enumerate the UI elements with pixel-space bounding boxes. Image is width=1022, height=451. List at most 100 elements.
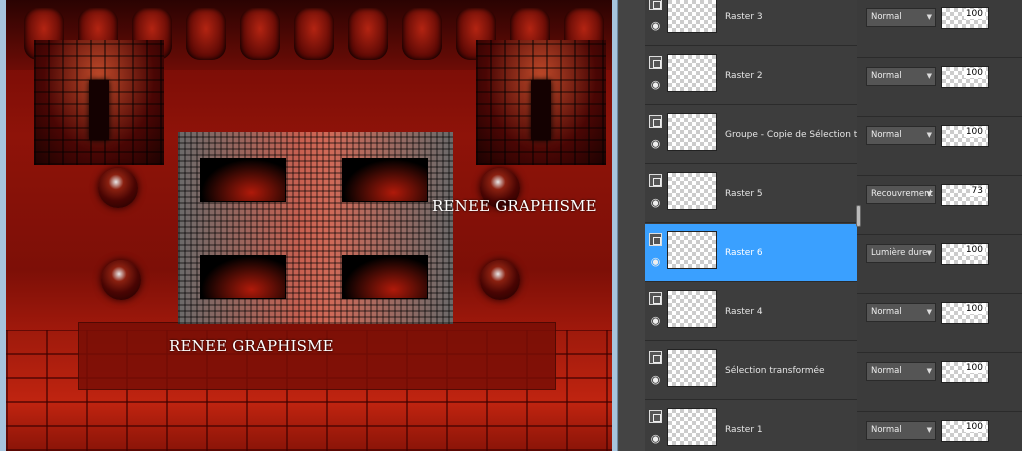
chevron-down-icon: ▼ — [926, 367, 932, 375]
layer-link-icon[interactable] — [649, 233, 662, 246]
opacity-field[interactable]: 100 — [941, 66, 989, 88]
arch-window — [348, 8, 388, 60]
building-left — [34, 40, 164, 165]
layer-row[interactable]: ◉ Raster 4 — [645, 283, 883, 341]
layers-panel: ◉ Raster 3 ◉ Raster 2 ◉ Groupe - Copie de Sél… — [619, 0, 1022, 451]
layer-row[interactable]: ◉ Groupe - Copie de Sélection transf — [645, 106, 883, 164]
eye-icon[interactable]: ◉ — [649, 197, 662, 208]
glass-sphere — [98, 168, 138, 208]
layer-row[interactable]: ◉ Raster 2 — [645, 47, 883, 105]
opacity-value: 100 — [963, 127, 985, 137]
dark-rect — [342, 158, 428, 202]
chevron-down-icon: ▼ — [926, 308, 932, 316]
layers-gutter — [619, 0, 645, 451]
blend-row: Normal ▼ 100 — [857, 0, 1022, 58]
watermark-text: RENEE GRAPHISME — [432, 197, 597, 215]
dark-rect — [200, 255, 286, 299]
arch-window — [186, 8, 226, 60]
dark-rect — [342, 255, 428, 299]
glass-sphere — [480, 260, 520, 300]
blend-mode-dropdown[interactable]: Normal ▼ — [866, 126, 936, 145]
opacity-value: 100 — [963, 68, 985, 78]
blend-mode-value: Lumière dure — [871, 248, 928, 258]
blend-mode-value: Normal — [871, 12, 902, 22]
layer-row[interactable]: ◉ Raster 5 — [645, 165, 883, 223]
blend-row: Lumière dure ▼ 100 — [857, 236, 1022, 294]
chevron-down-icon: ▼ — [926, 249, 932, 257]
opacity-value: 100 — [963, 304, 985, 314]
image-canvas[interactable]: RENEE GRAPHISME RENEE GRAPHISME — [6, 0, 612, 451]
glass-sphere — [101, 260, 141, 300]
layer-row[interactable]: ◉ Sélection transformée — [645, 342, 883, 400]
layer-name: Raster 4 — [725, 307, 763, 317]
blend-settings-column: Normal ▼ 100 Normal ▼ 100 Normal ▼ 100 Recouvreme… — [857, 0, 1022, 451]
opacity-value: 100 — [963, 422, 985, 432]
chevron-down-icon: ▼ — [926, 13, 932, 21]
arch-window — [294, 8, 334, 60]
blend-mode-value: Normal — [871, 366, 902, 376]
blend-row: Normal ▼ 100 — [857, 354, 1022, 412]
panel-splitter-handle[interactable] — [856, 205, 861, 227]
opacity-field[interactable]: 100 — [941, 243, 989, 265]
bottom-panel — [78, 322, 556, 390]
layer-thumbnail — [667, 290, 717, 328]
blend-row: Normal ▼ 100 — [857, 118, 1022, 176]
opacity-field[interactable]: 100 — [941, 125, 989, 147]
arch-window — [240, 8, 280, 60]
blend-mode-value: Recouvrement — [871, 189, 933, 199]
opacity-field[interactable]: 100 — [941, 361, 989, 383]
layer-link-icon[interactable] — [649, 115, 662, 128]
chevron-down-icon: ▼ — [926, 426, 932, 434]
chevron-down-icon: ▼ — [926, 190, 932, 198]
blend-mode-value: Normal — [871, 307, 902, 317]
layer-thumbnail — [667, 172, 717, 210]
blend-row: Recouvrement ▼ 73 — [857, 177, 1022, 235]
opacity-value: 100 — [963, 363, 985, 373]
layer-row[interactable]: ◉ Raster 3 — [645, 0, 883, 46]
eye-icon[interactable]: ◉ — [649, 20, 662, 31]
layer-link-icon[interactable] — [649, 174, 662, 187]
layer-link-icon[interactable] — [649, 351, 662, 364]
eye-icon[interactable]: ◉ — [649, 256, 662, 267]
chevron-down-icon: ▼ — [926, 131, 932, 139]
blend-mode-value: Normal — [871, 425, 902, 435]
blend-mode-dropdown[interactable]: Lumière dure ▼ — [866, 244, 936, 263]
layer-name: Groupe - Copie de Sélection transf — [725, 130, 879, 140]
opacity-value: 73 — [969, 186, 985, 196]
opacity-field[interactable]: 100 — [941, 420, 989, 442]
arch-window — [402, 8, 442, 60]
eye-icon[interactable]: ◉ — [649, 433, 662, 444]
layer-thumbnail — [667, 408, 717, 446]
eye-icon[interactable]: ◉ — [649, 315, 662, 326]
blend-mode-dropdown[interactable]: Normal ▼ — [866, 421, 936, 440]
layer-link-icon[interactable] — [649, 410, 662, 423]
opacity-field[interactable]: 100 — [941, 302, 989, 324]
layer-link-icon[interactable] — [649, 0, 662, 10]
blend-mode-dropdown[interactable]: Recouvrement ▼ — [866, 185, 936, 204]
blend-mode-dropdown[interactable]: Normal ▼ — [866, 67, 936, 86]
layer-row[interactable]: ◉ Raster 1 — [645, 401, 883, 451]
eye-icon[interactable]: ◉ — [649, 79, 662, 90]
blend-row: Normal ▼ 100 — [857, 413, 1022, 451]
layer-thumbnail — [667, 0, 717, 33]
eye-icon[interactable]: ◉ — [649, 138, 662, 149]
layer-link-icon[interactable] — [649, 292, 662, 305]
layer-thumbnail — [667, 54, 717, 92]
opacity-value: 100 — [963, 245, 985, 255]
eye-icon[interactable]: ◉ — [649, 374, 662, 385]
chevron-down-icon: ▼ — [926, 72, 932, 80]
layer-thumbnail — [667, 113, 717, 151]
layer-list: ◉ Raster 3 ◉ Raster 2 ◉ Groupe - Copie de Sél… — [645, 0, 883, 451]
building-right — [476, 40, 606, 165]
blend-mode-dropdown[interactable]: Normal ▼ — [866, 303, 936, 322]
watermark-text: RENEE GRAPHISME — [169, 337, 334, 355]
layer-link-icon[interactable] — [649, 56, 662, 69]
opacity-value: 100 — [963, 9, 985, 19]
opacity-field[interactable]: 100 — [941, 7, 989, 29]
opacity-field[interactable]: 73 — [941, 184, 989, 206]
blend-mode-dropdown[interactable]: Normal ▼ — [866, 8, 936, 27]
blend-mode-dropdown[interactable]: Normal ▼ — [866, 362, 936, 381]
layer-row[interactable]: ◉ Raster 6 — [645, 224, 883, 282]
layer-name: Sélection transformée — [725, 366, 825, 376]
layer-name: Raster 2 — [725, 71, 763, 81]
